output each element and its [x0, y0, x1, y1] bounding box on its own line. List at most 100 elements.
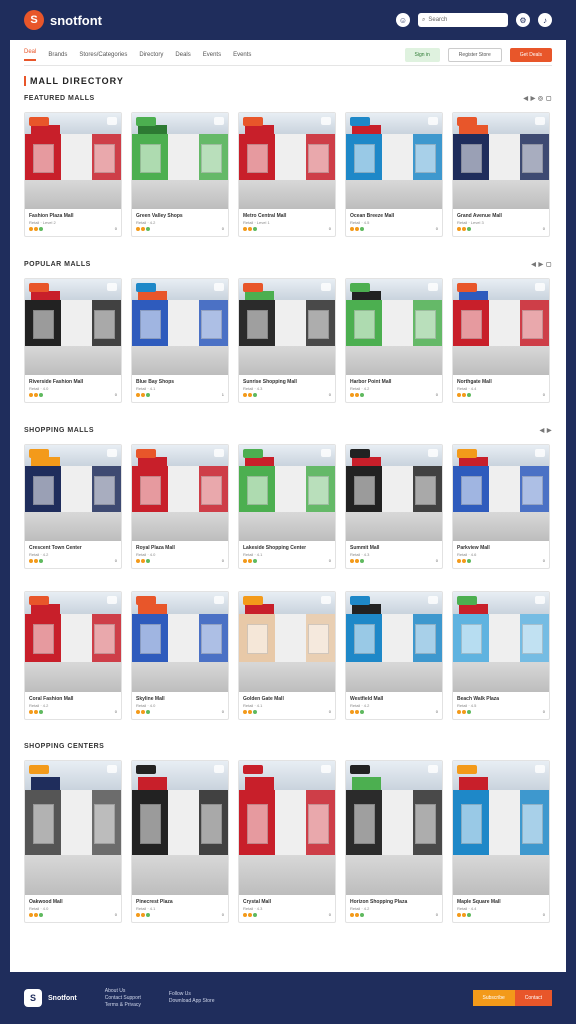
mall-meta: Oakwood Mall Retail · 4.0 0: [25, 895, 121, 922]
camera-icon[interactable]: [214, 117, 224, 125]
camera-icon[interactable]: [535, 283, 545, 291]
camera-icon[interactable]: [321, 117, 331, 125]
camera-icon[interactable]: [214, 596, 224, 604]
mall-photo: [346, 279, 442, 375]
mall-title: Royal Plaza Mall: [136, 545, 175, 551]
mall-tag: [457, 117, 477, 126]
mall-card[interactable]: Lakeside Shopping Center Retail · 4.1 0: [238, 444, 336, 569]
mall-tag: [350, 283, 370, 292]
camera-icon[interactable]: [428, 449, 438, 457]
settings-icon[interactable]: ⚙: [516, 13, 530, 27]
mall-card[interactable]: Westfield Mall Retail · 4.2 0: [345, 591, 443, 720]
mall-card[interactable]: Riverside Fashion Mall Retail · 4.0 0: [24, 278, 122, 403]
mall-card[interactable]: Skyline Mall Retail · 4.0 0: [131, 591, 229, 720]
rating-dots: [136, 226, 150, 231]
tab-3[interactable]: Directory: [139, 52, 163, 58]
camera-icon[interactable]: [428, 765, 438, 773]
sign-in-button[interactable]: Sign in: [404, 47, 440, 62]
camera-icon[interactable]: [107, 765, 117, 773]
section-controls[interactable]: ◀ ▶: [540, 427, 552, 434]
mall-card[interactable]: Harbor Point Mall Retail · 4.2 0: [345, 278, 443, 403]
mall-photo: [239, 445, 335, 541]
mall-card[interactable]: Metro Central Mall Retail · Level 10: [238, 112, 336, 237]
camera-icon[interactable]: [535, 117, 545, 125]
mall-card[interactable]: Horizon Shopping Plaza Retail · 4.2 0: [345, 760, 443, 923]
section-controls[interactable]: ◀ ▶ ▢: [531, 261, 552, 268]
tab-4[interactable]: Deals: [175, 52, 190, 58]
footer-link[interactable]: Terms & Privacy: [105, 1002, 141, 1009]
mall-count: 0: [114, 226, 117, 231]
mall-title: Horizon Shopping Plaza: [350, 899, 408, 905]
camera-icon[interactable]: [428, 283, 438, 291]
mall-card[interactable]: Grand Avenue Mall Retail · Level 30: [452, 112, 550, 237]
footer-links-2: Follow Us Download App Store: [169, 991, 215, 1005]
camera-icon[interactable]: [321, 765, 331, 773]
camera-icon[interactable]: [321, 596, 331, 604]
footer-link[interactable]: Follow Us: [169, 991, 215, 998]
camera-icon[interactable]: [321, 449, 331, 457]
camera-icon[interactable]: [107, 449, 117, 457]
mall-count: 0: [542, 226, 545, 231]
mall-card[interactable]: Northgate Mall Retail · 4.4 0: [452, 278, 550, 403]
mall-count: 0: [114, 709, 117, 714]
logo-icon[interactable]: S: [24, 10, 44, 30]
camera-icon[interactable]: [321, 283, 331, 291]
camera-icon[interactable]: [535, 765, 545, 773]
tab-2[interactable]: Stores/Categories: [79, 52, 127, 58]
section-controls[interactable]: ◀ ▶ ◎ ▢: [523, 95, 552, 102]
camera-icon[interactable]: [107, 596, 117, 604]
footer-link[interactable]: Download App Store: [169, 998, 215, 1005]
camera-icon[interactable]: [535, 596, 545, 604]
mall-card[interactable]: Maple Square Mall Retail · 4.4 0: [452, 760, 550, 923]
contact-button[interactable]: Contact: [514, 990, 552, 1006]
get-deals-button[interactable]: Get Deals: [509, 47, 552, 62]
search-input[interactable]: ⌕ Search: [418, 13, 508, 27]
mall-title: Summit Mall: [350, 545, 380, 551]
rating-dots: [136, 912, 150, 917]
mall-card[interactable]: Beach Walk Plaza Retail · 4.5 0: [452, 591, 550, 720]
camera-icon[interactable]: [214, 449, 224, 457]
footer-logo-icon[interactable]: S: [24, 989, 42, 1007]
user-icon[interactable]: ☺: [396, 13, 410, 27]
camera-icon[interactable]: [107, 117, 117, 125]
camera-icon[interactable]: [428, 596, 438, 604]
footer-link[interactable]: About Us: [105, 988, 141, 995]
mall-card[interactable]: Green Valley Shops Retail · 4.2 0: [131, 112, 229, 237]
footer-link[interactable]: Contact Support: [105, 995, 141, 1002]
mall-card[interactable]: Crescent Town Center Retail · 4.2 0: [24, 444, 122, 569]
camera-icon[interactable]: [535, 449, 545, 457]
bell-icon[interactable]: ♪: [538, 13, 552, 27]
top-bar: S snotfont ☺ ⌕ Search ⚙ ♪: [10, 0, 566, 40]
mall-count: 0: [221, 912, 224, 917]
camera-icon[interactable]: [214, 765, 224, 773]
mall-meta: Metro Central Mall Retail · Level 10: [239, 209, 335, 236]
mall-card[interactable]: Pinecrest Plaza Retail · 4.1 0: [131, 760, 229, 923]
mall-card[interactable]: Golden Gate Mall Retail · 4.1 0: [238, 591, 336, 720]
camera-icon[interactable]: [428, 117, 438, 125]
mall-card[interactable]: Royal Plaza Mall Retail · 4.0 0: [131, 444, 229, 569]
tab-0[interactable]: Deal: [24, 49, 37, 61]
mall-tag: [350, 449, 370, 458]
mall-card[interactable]: Coral Fashion Mall Retail · 4.2 0: [24, 591, 122, 720]
mall-card[interactable]: Oakwood Mall Retail · 4.0 0: [24, 760, 122, 923]
mall-count: 0: [221, 709, 224, 714]
tab-6[interactable]: Events: [233, 52, 251, 58]
mall-card[interactable]: Blue Bay Shops Retail · 4.1 1: [131, 278, 229, 403]
mall-card[interactable]: Ocean Breeze Mall Retail · 4.5 0: [345, 112, 443, 237]
mall-card[interactable]: Fashion Plaza Mall Retail · Level 20: [24, 112, 122, 237]
tab-5[interactable]: Events: [203, 52, 221, 58]
tab-1[interactable]: Brands: [48, 52, 67, 58]
mall-card[interactable]: Summit Mall Retail · 4.3 0: [345, 444, 443, 569]
subscribe-button[interactable]: Subscribe: [472, 990, 515, 1006]
mall-count: 0: [435, 912, 438, 917]
mall-card[interactable]: Crystal Mall Retail · 4.3 0: [238, 760, 336, 923]
mall-card[interactable]: Parkview Mall Retail · 4.6 0: [452, 444, 550, 569]
register-store-button[interactable]: Register Store: [447, 47, 502, 62]
mall-count: 0: [542, 558, 545, 563]
mall-card[interactable]: Sunrise Shopping Mall Retail · 4.3 0: [238, 278, 336, 403]
section: POPULAR MALLS ◀ ▶ ▢ Riverside Fashion Mall…: [24, 258, 552, 403]
camera-icon[interactable]: [214, 283, 224, 291]
mall-count: 0: [542, 912, 545, 917]
mall-title: Ocean Breeze Mall: [350, 213, 395, 219]
camera-icon[interactable]: [107, 283, 117, 291]
